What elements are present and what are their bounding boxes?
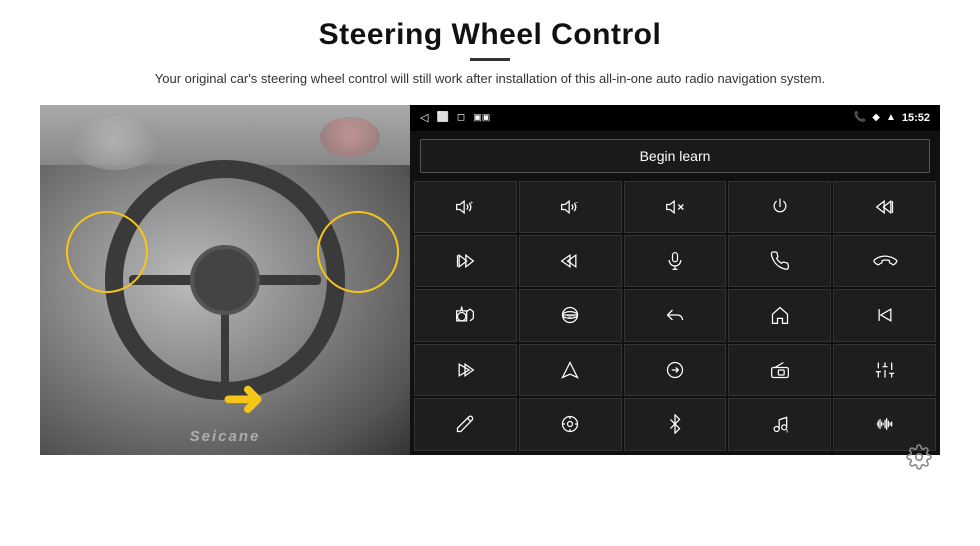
prev-track-icon — [875, 197, 895, 217]
title-divider — [470, 58, 510, 61]
equalizer-icon — [875, 360, 895, 380]
status-indicators: 📞 ◆ ▲ 15:52 — [854, 112, 930, 124]
next-track-icon — [455, 251, 475, 271]
page-title: Steering Wheel Control — [155, 18, 825, 52]
settings-circle-icon — [560, 414, 580, 434]
nav-recent-icon[interactable]: ◻ — [457, 112, 465, 123]
hangup-icon — [875, 251, 895, 271]
sim-icon: ▣▣ — [473, 112, 490, 123]
seicane-logo: Seicane — [190, 428, 261, 445]
page-subtitle: Your original car's steering wheel contr… — [155, 69, 825, 89]
vol-down-button[interactable]: − — [519, 181, 622, 233]
fast-fwd-button[interactable] — [414, 344, 517, 396]
wifi-icon: ▲ — [886, 112, 896, 123]
svg-text:+: + — [470, 200, 474, 206]
camera-icon — [455, 305, 475, 325]
microphone-icon — [665, 251, 685, 271]
phone-button[interactable] — [728, 235, 831, 287]
status-nav-icons: ◁ ⬜ ◻ ▣▣ — [420, 111, 490, 124]
svg-text:x: x — [786, 429, 789, 435]
svg-text:360°: 360° — [567, 315, 576, 320]
home-nav-button[interactable] — [728, 289, 831, 341]
navigate-button[interactable] — [519, 344, 622, 396]
begin-learn-button[interactable]: Begin learn — [420, 139, 930, 173]
radio-icon — [770, 360, 790, 380]
hangup-button[interactable] — [833, 235, 936, 287]
back-nav-button[interactable] — [624, 289, 727, 341]
status-time: 15:52 — [902, 112, 930, 124]
page-wrapper: Steering Wheel Control Your original car… — [0, 0, 980, 546]
begin-learn-row: Begin learn — [410, 131, 940, 181]
back-nav-icon — [665, 305, 685, 325]
fast-fwd-icon — [455, 360, 475, 380]
power-icon — [770, 197, 790, 217]
360-view-icon: 360° — [560, 305, 580, 325]
nav-back-icon[interactable]: ◁ — [420, 111, 428, 124]
exchange-icon — [665, 360, 685, 380]
power-button[interactable] — [728, 181, 831, 233]
camera-button[interactable] — [414, 289, 517, 341]
vol-up-button[interactable]: + — [414, 181, 517, 233]
bluetooth-button[interactable] — [624, 398, 727, 450]
bluetooth-icon — [665, 414, 685, 434]
pen-icon — [455, 414, 475, 434]
waveform-icon — [875, 414, 895, 434]
vol-up-icon: + — [455, 197, 475, 217]
settings-circle-button[interactable] — [519, 398, 622, 450]
mute-icon — [665, 197, 685, 217]
radio-button[interactable] — [728, 344, 831, 396]
music-icon: x — [770, 414, 790, 434]
home-nav-icon — [770, 305, 790, 325]
prev-track-button[interactable] — [833, 181, 936, 233]
music-button[interactable]: x — [728, 398, 831, 450]
seek-prev-button[interactable] — [519, 235, 622, 287]
360-button[interactable]: 360° — [519, 289, 622, 341]
skip-back-icon — [875, 305, 895, 325]
navigate-icon — [560, 360, 580, 380]
phone-icon — [770, 251, 790, 271]
svg-text:−: − — [575, 200, 579, 206]
next-track-button[interactable] — [414, 235, 517, 287]
skip-back-button[interactable] — [833, 289, 936, 341]
mute-button[interactable] — [624, 181, 727, 233]
phone-status-icon: 📞 — [854, 112, 866, 123]
content-area: ➜ Seicane ◁ ⬜ ◻ ▣▣ 📞 ◆ ▲ 15:52 — [40, 105, 940, 455]
equalizer-button[interactable] — [833, 344, 936, 396]
microphone-button[interactable] — [624, 235, 727, 287]
location-icon: ◆ — [872, 112, 880, 123]
exchange-button[interactable] — [624, 344, 727, 396]
icon-grid: + − — [410, 181, 940, 455]
android-screen: ◁ ⬜ ◻ ▣▣ 📞 ◆ ▲ 15:52 Begin learn — [410, 105, 940, 455]
nav-home-icon[interactable]: ⬜ — [436, 112, 448, 123]
gear-icon[interactable] — [906, 444, 932, 475]
title-section: Steering Wheel Control Your original car… — [155, 18, 825, 89]
seek-prev-icon — [560, 251, 580, 271]
steering-wheel-image: ➜ Seicane — [40, 105, 410, 455]
pen-button[interactable] — [414, 398, 517, 450]
status-bar: ◁ ⬜ ◻ ▣▣ 📞 ◆ ▲ 15:52 — [410, 105, 940, 131]
vol-down-icon: − — [560, 197, 580, 217]
